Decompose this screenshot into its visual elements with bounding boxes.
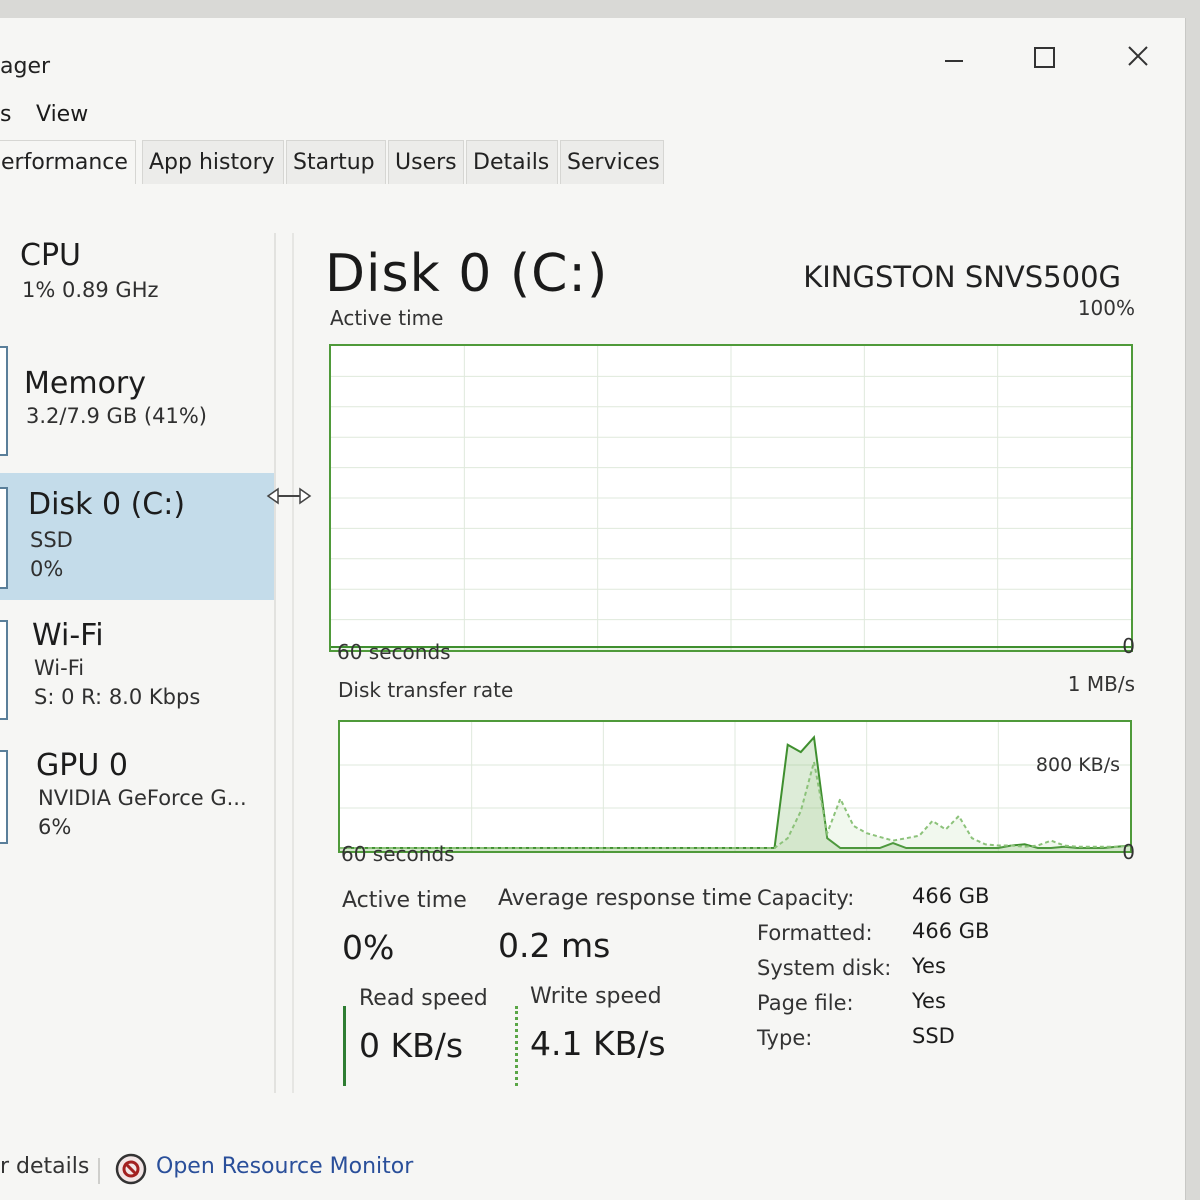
tab-startup[interactable]: Startup (286, 140, 386, 184)
sidebar-item-throughput: S: 0 R: 8.0 Kbps (34, 685, 201, 709)
prop-key-formatted: Formatted: (757, 921, 873, 945)
chart-mid-transfer-rate: 800 KB/s (1035, 754, 1120, 776)
disk-thumbnail (0, 487, 8, 589)
close-button[interactable] (1108, 28, 1168, 84)
resize-arrows-icon (266, 487, 312, 505)
sidebar-item-label: Disk 0 (C:) (28, 487, 186, 522)
memory-thumbnail (0, 346, 8, 456)
sidebar-item-label: CPU (20, 238, 81, 273)
title-bar: ager (0, 18, 1185, 100)
page-title: Disk 0 (C:) (325, 244, 609, 304)
stat-label-write-speed: Write speed (530, 984, 662, 1009)
stat-value-active-time: 0% (342, 928, 395, 967)
resize-handle[interactable] (266, 486, 312, 506)
sidebar-item-gpu-0[interactable]: GPU 0 NVIDIA GeForce G... 6% (0, 738, 274, 848)
prop-key-capacity: Capacity: (757, 886, 855, 910)
prop-value-capacity: 466 GB (912, 884, 990, 908)
sidebar-item-usage: 6% (38, 815, 72, 839)
menu-item-view[interactable]: View (36, 102, 88, 127)
stat-value-avg-response: 0.2 ms (498, 926, 611, 965)
close-icon (1128, 46, 1148, 66)
sidebar-item-detail: SSD (30, 528, 73, 552)
sidebar-item-detail: 3.2/7.9 GB (41%) (26, 404, 207, 428)
stat-label-avg-response: Average response time (498, 886, 752, 911)
prop-value-page-file: Yes (912, 989, 946, 1013)
chart-min-transfer-rate: 0 (1122, 840, 1135, 864)
tab-services[interactable]: Services (560, 140, 664, 184)
chart-max-active-time: 100% (1077, 296, 1135, 320)
sidebar-item-memory[interactable]: Memory 3.2/7.9 GB (41%) (0, 346, 274, 456)
sidebar-item-label: Wi-Fi (32, 618, 104, 653)
sidebar-item-disk-0[interactable]: Disk 0 (C:) SSD 0% (0, 473, 274, 600)
menu-bar: s View (0, 100, 1185, 136)
minimize-button[interactable] (924, 28, 984, 84)
sidebar-item-label: Memory (24, 366, 147, 401)
active-time-chart-svg (331, 346, 1131, 650)
tab-app-history[interactable]: App history (142, 140, 284, 184)
active-time-chart (329, 344, 1133, 652)
sidebar-item-usage: 0% (30, 557, 64, 581)
stat-value-write-speed: 4.1 KB/s (530, 1024, 666, 1063)
sidebar-item-wifi[interactable]: Wi-Fi Wi-Fi S: 0 R: 8.0 Kbps (0, 612, 274, 722)
gpu-thumbnail (0, 750, 8, 844)
disk-model: KINGSTON SNVS500G (803, 260, 1121, 294)
menu-item-options[interactable]: s (0, 102, 11, 127)
transfer-rate-chart: 800 KB/s (338, 720, 1132, 853)
pane-divider (292, 233, 294, 1093)
sidebar-item-detail: Wi-Fi (34, 656, 85, 680)
tab-users[interactable]: Users (388, 140, 464, 184)
maximize-icon (1034, 47, 1055, 68)
read-speed-indicator (343, 1006, 346, 1086)
chart-time-span: 60 seconds (341, 842, 455, 866)
app-title: ager (0, 54, 51, 79)
open-resource-monitor-link[interactable]: Open Resource Monitor (156, 1154, 413, 1179)
sidebar-item-label: GPU 0 (36, 748, 128, 783)
chart-label-active-time: Active time (330, 306, 444, 330)
task-manager-window: ager s View erformance App history Start… (0, 18, 1186, 1200)
prop-value-type: SSD (912, 1024, 955, 1048)
prop-key-page-file: Page file: (757, 991, 854, 1015)
write-speed-indicator (515, 1006, 518, 1086)
tab-details[interactable]: Details (466, 140, 558, 184)
maximize-button[interactable] (1014, 28, 1074, 84)
chart-min-active-time: 0 (1122, 634, 1135, 658)
footer-bar: r details Open Resource Monitor (0, 1148, 1185, 1192)
resource-sidebar: CPU 1% 0.89 GHz Memory 3.2/7.9 GB (41%) … (0, 218, 276, 1098)
prop-key-type: Type: (757, 1026, 813, 1050)
prop-value-system-disk: Yes (912, 954, 946, 978)
sidebar-item-cpu[interactable]: CPU 1% 0.89 GHz (0, 226, 274, 331)
sidebar-divider (274, 233, 276, 1093)
prop-key-system-disk: System disk: (757, 956, 892, 980)
stat-label-read-speed: Read speed (359, 986, 488, 1011)
tab-performance[interactable]: erformance (0, 140, 136, 184)
minimize-icon (945, 60, 963, 62)
sidebar-item-detail: NVIDIA GeForce G... (38, 786, 247, 810)
sidebar-item-detail: 1% 0.89 GHz (22, 278, 159, 302)
prop-value-formatted: 466 GB (912, 919, 990, 943)
chart-time-span: 60 seconds (337, 640, 451, 664)
stat-label-active-time: Active time (342, 888, 467, 913)
chart-max-transfer-rate: 1 MB/s (1067, 672, 1135, 696)
resource-monitor-icon (115, 1153, 147, 1185)
chart-label-transfer-rate: Disk transfer rate (338, 678, 514, 702)
tab-strip: erformance App history Startup Users Det… (0, 140, 1185, 184)
fewer-details-link[interactable]: r details (0, 1154, 89, 1179)
stat-value-read-speed: 0 KB/s (359, 1026, 464, 1065)
footer-separator (98, 1158, 100, 1184)
transfer-rate-chart-svg (340, 722, 1130, 851)
wifi-thumbnail (0, 620, 8, 720)
